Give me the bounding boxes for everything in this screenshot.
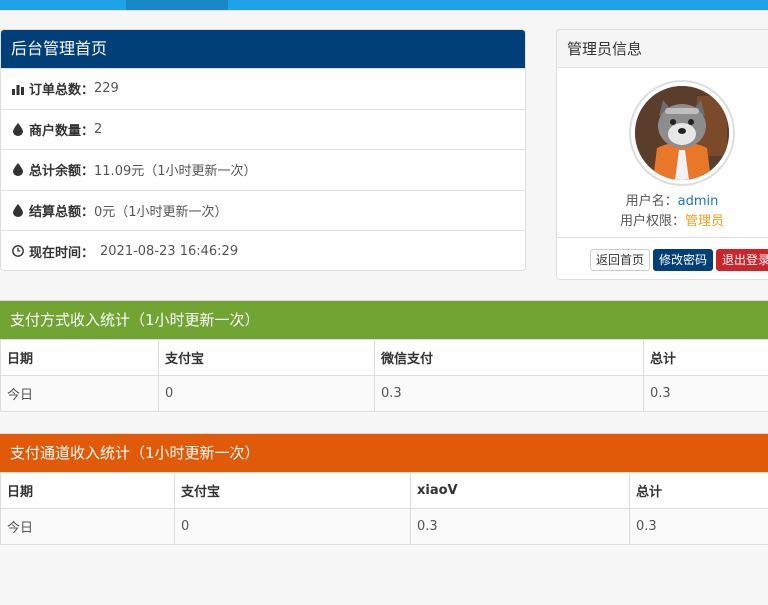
stat-value: 11.09元（1小时更新一次） (94, 164, 257, 180)
stat-value: 2 (94, 121, 103, 137)
clock-icon (11, 245, 25, 258)
table-cell: 今日 (0, 508, 175, 545)
username-line: 用户名：admin (562, 190, 768, 209)
bar-chart-icon (11, 83, 25, 95)
avatar (629, 80, 735, 186)
table-row: 今日 0 0.3 0.3 (0, 375, 768, 412)
table-cell: 0 (174, 508, 411, 545)
column-header: 日期 (0, 472, 175, 509)
pay-method-stats-panel: 支付方式收入统计（1小时更新一次） 日期 支付宝 微信支付 总计 今日 0 0.… (0, 300, 768, 413)
drop-icon (11, 163, 25, 177)
column-header: 支付宝 (158, 339, 375, 376)
table-header-row: 日期 支付宝 微信支付 总计 (0, 339, 768, 376)
username-value: admin (677, 194, 719, 209)
stat-current-time: 现在时间： 2021-08-23 16:46:29 (1, 230, 525, 270)
drop-icon (11, 204, 25, 218)
stat-total-balance: 总计余额： 11.09元（1小时更新一次） (1, 149, 525, 190)
stat-label: 商户数量： (29, 123, 95, 139)
change-password-button[interactable]: 修改密码 (653, 249, 714, 271)
stat-settlement-total: 结算总额： 0元（1小时更新一次） (1, 189, 525, 231)
column-header: 总计 (643, 339, 768, 376)
home-button[interactable]: 返回首页 (590, 249, 651, 271)
top-nav-divider (0, 10, 768, 11)
column-header: 总计 (629, 472, 768, 509)
stat-label: 现在时间： (29, 245, 95, 261)
column-header: 支付宝 (174, 472, 411, 509)
stat-label: 结算总额： (29, 205, 95, 221)
channel-stats-panel: 支付通道收入统计（1小时更新一次） 日期 支付宝 xiaoV 总计 今日 0 0… (0, 433, 768, 546)
stat-merchant-count: 商户数量： 2 (1, 108, 525, 150)
admin-actions: 返回首页 修改密码 退出登录 (557, 237, 768, 279)
role-value: 管理员 (685, 214, 725, 229)
column-header: 微信支付 (374, 339, 644, 376)
top-nav-bar (0, 0, 768, 11)
stat-value: 229 (94, 81, 119, 97)
stat-label: 订单总数： (29, 83, 95, 99)
table-header-row: 日期 支付宝 xiaoV 总计 (0, 472, 768, 509)
admin-info-panel: 管理员信息 用户名：admin 用户权限：管理员 返回首页 修改密码 退出登录 (556, 29, 768, 280)
role-line: 用户权限：管理员 (562, 210, 768, 229)
table-cell: 今日 (0, 375, 159, 412)
username-label: 用户名： (625, 194, 678, 209)
drop-icon (11, 122, 25, 136)
channel-stats-title: 支付通道收入统计（1小时更新一次） (0, 434, 768, 472)
stat-value: 2021-08-23 16:46:29 (100, 243, 239, 259)
stat-order-count: 订单总数： 229 (1, 68, 525, 109)
admin-info-title: 管理员信息 (557, 30, 768, 68)
column-header: xiaoV (410, 472, 630, 509)
pay-method-stats-table: 日期 支付宝 微信支付 总计 今日 0 0.3 0.3 (0, 339, 768, 412)
table-cell: 0.3 (643, 375, 768, 412)
table-cell: 0.3 (410, 508, 630, 545)
stat-label: 总计余额： (29, 164, 95, 180)
channel-stats-table: 日期 支付宝 xiaoV 总计 今日 0 0.3 0.3 (0, 472, 768, 545)
table-row: 今日 0 0.3 0.3 (0, 508, 768, 545)
dashboard-title: 后台管理首页 (1, 30, 525, 68)
table-cell: 0.3 (629, 508, 768, 545)
top-nav-active-tab[interactable] (126, 0, 228, 10)
table-cell: 0 (158, 375, 375, 412)
logout-button[interactable]: 退出登录 (716, 249, 768, 271)
dashboard-panel: 后台管理首页 订单总数： 229 商户数量： 2 总计余额： 11.09元（1小… (0, 29, 526, 271)
column-header: 日期 (0, 339, 159, 376)
stat-value: 0元（1小时更新一次） (94, 205, 228, 221)
table-cell: 0.3 (374, 375, 644, 412)
pay-method-stats-title: 支付方式收入统计（1小时更新一次） (0, 301, 768, 339)
role-label: 用户权限： (619, 214, 685, 229)
avatar-image (635, 86, 729, 180)
